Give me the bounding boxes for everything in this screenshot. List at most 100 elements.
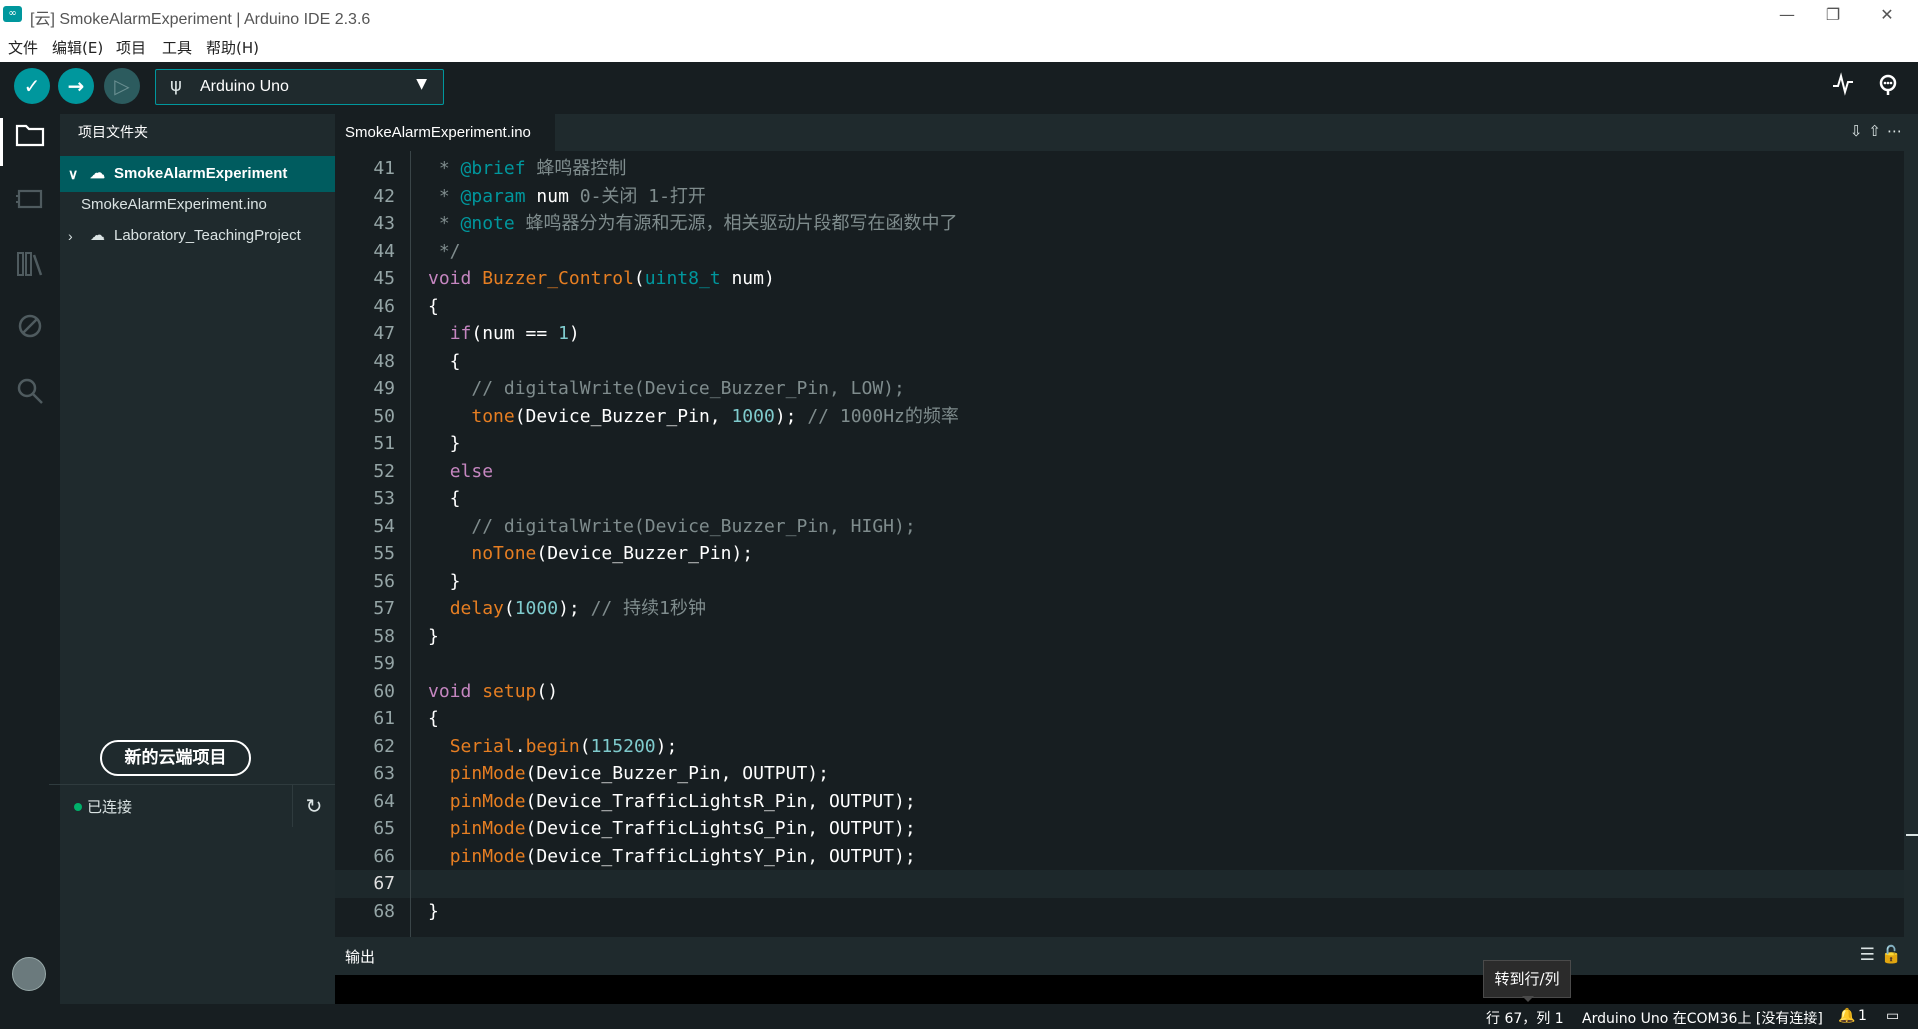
line-number: 67 <box>373 873 395 894</box>
output-panel: 输出 ☰🔓 <box>335 937 1918 1004</box>
new-cloud-sketch-button[interactable]: 新的云端项目 <box>100 740 251 776</box>
code-line[interactable]: 45 void Buzzer_Control(uint8_t num) <box>335 265 1918 293</box>
line-number: 54 <box>373 515 395 537</box>
toggle-panel-icon[interactable]: ▭ <box>1886 1008 1899 1024</box>
debug-button[interactable]: ▷ <box>104 68 140 104</box>
line-source: { <box>428 350 461 372</box>
boards-manager-button[interactable] <box>12 186 48 222</box>
avatar[interactable] <box>12 957 46 991</box>
line-number: 43 <box>373 213 395 234</box>
debug-icon: ▷ <box>114 74 130 98</box>
code-line[interactable]: 57 delay(1000); // 持续1秒钟 <box>335 595 1918 623</box>
code-line[interactable]: 55 noTone(Device_Buzzer_Pin); <box>335 540 1918 568</box>
cloud-pull-icon[interactable]: ⇩ <box>1850 122 1869 140</box>
clear-output-icon[interactable]: ☰ <box>1860 945 1881 965</box>
code-line[interactable]: 56 } <box>335 568 1918 596</box>
line-source: tone(Device_Buzzer_Pin, 1000); // 1000Hz… <box>471 405 959 427</box>
refresh-button[interactable]: ↻ <box>292 785 335 827</box>
line-source: void Buzzer_Control(uint8_t num) <box>428 268 775 289</box>
line-number: 51 <box>373 433 395 454</box>
verify-button[interactable]: ✓ <box>14 68 50 104</box>
sidebar-title: 项目文件夹 <box>78 125 148 141</box>
code-line[interactable]: 41 * @brief 蜂鸣器控制 <box>335 155 1918 183</box>
upload-button[interactable]: → <box>58 68 94 104</box>
line-source: { <box>428 708 439 729</box>
menu-tools[interactable]: 工具 <box>162 37 192 58</box>
menu-help[interactable]: 帮助(H) <box>206 37 259 58</box>
board-icon <box>16 189 43 209</box>
code-line[interactable]: 51 } <box>335 430 1918 458</box>
line-number: 58 <box>373 625 395 647</box>
sketchbook-sidebar: 项目文件夹 ∨ ☁ SmokeAlarmExperiment SmokeAlar… <box>49 114 335 1004</box>
code-line[interactable]: 62 Serial.begin(115200); <box>335 733 1918 761</box>
code-line[interactable]: 47 if(num == 1) <box>335 320 1918 348</box>
line-source: else <box>449 460 494 482</box>
code-line[interactable]: 65 pinMode(Device_TrafficLightsG_Pin, OU… <box>335 815 1918 843</box>
close-button[interactable]: ✕ <box>1864 0 1910 30</box>
code-line[interactable]: 67 <box>335 870 1918 898</box>
line-number: 63 <box>373 763 395 784</box>
code-line[interactable]: 48 { <box>335 348 1918 376</box>
tree-item-laboratory[interactable]: › ☁ Laboratory_TeachingProject <box>60 218 335 254</box>
goto-line-tooltip: 转到行/列 <box>1483 960 1571 998</box>
more-icon[interactable]: ⋯ <box>1887 122 1908 140</box>
scroll-marker <box>1906 834 1918 836</box>
code-line[interactable]: 60 void setup() <box>335 678 1918 706</box>
code-line[interactable]: 66 pinMode(Device_TrafficLightsY_Pin, OU… <box>335 843 1918 871</box>
editor-tab-ino[interactable]: SmokeAlarmExperiment.ino <box>335 114 555 151</box>
lock-icon[interactable]: 🔓 <box>1881 945 1908 965</box>
line-source: Serial.begin(115200); <box>449 735 678 757</box>
editor: SmokeAlarmExperiment.ino ⇩⇧⋯ 41 * @brief… <box>335 114 1918 937</box>
debug-view-button[interactable] <box>12 312 48 348</box>
minimize-button[interactable]: — <box>1764 0 1810 30</box>
notifications-bell-icon[interactable]: 🔔 <box>1838 1008 1855 1024</box>
line-source: // digitalWrite(Device_Buzzer_Pin, LOW); <box>471 378 905 399</box>
arrow-right-icon: → <box>67 74 85 98</box>
code-line[interactable]: 68} <box>335 898 1918 926</box>
line-number: 57 <box>373 598 395 619</box>
restore-button[interactable]: ❐ <box>1810 0 1856 30</box>
menu-edit[interactable]: 编辑(E) <box>52 37 103 58</box>
code-line[interactable]: 54 // digitalWrite(Device_Buzzer_Pin, HI… <box>335 513 1918 541</box>
code-line[interactable]: 49 // digitalWrite(Device_Buzzer_Pin, LO… <box>335 375 1918 403</box>
line-number: 49 <box>373 378 395 399</box>
editor-scrollbar[interactable] <box>1904 151 1918 937</box>
no-entry-icon <box>18 314 42 338</box>
output-header: 输出 ☰🔓 <box>335 937 1918 975</box>
code-line[interactable]: 42 * @param num 0-关闭 1-打开 <box>335 183 1918 211</box>
cloud-push-icon[interactable]: ⇧ <box>1868 122 1887 140</box>
line-number: 53 <box>373 488 395 509</box>
serial-monitor-button[interactable] <box>1874 72 1902 102</box>
line-number: 52 <box>373 460 395 482</box>
arduino-logo-icon: ∞ <box>3 6 22 22</box>
code-line[interactable]: 44 */ <box>335 238 1918 266</box>
editor-tab-actions: ⇩⇧⋯ <box>1850 122 1908 140</box>
code-line[interactable]: 61 { <box>335 705 1918 733</box>
board-selector[interactable]: ψ Arduino Uno ▼ <box>155 69 444 105</box>
code-line[interactable]: 58} <box>335 623 1918 651</box>
search-button[interactable] <box>12 376 48 412</box>
line-number: 56 <box>373 570 395 592</box>
board-name: Arduino Uno <box>200 78 289 95</box>
code-line[interactable]: 52 else <box>335 458 1918 486</box>
code-line[interactable]: 63 pinMode(Device_Buzzer_Pin, OUTPUT); <box>335 760 1918 788</box>
code-area[interactable]: 41 * @brief 蜂鸣器控制 42 * @param num 0-关闭 1-… <box>335 151 1918 937</box>
line-number: 44 <box>373 240 395 262</box>
board-port-status[interactable]: Arduino Uno 在COM36上 [没有连接] <box>1582 1008 1823 1028</box>
code-line[interactable]: 43 * @note 蜂鸣器分为有源和无源，相关驱动片段都写在函数中了 <box>335 210 1918 238</box>
code-line[interactable]: 46 { <box>335 293 1918 321</box>
code-line[interactable]: 50 tone(Device_Buzzer_Pin, 1000); // 100… <box>335 403 1918 431</box>
folder-icon <box>15 124 45 147</box>
menu-sketch[interactable]: 项目 <box>116 37 146 58</box>
menu-file[interactable]: 文件 <box>8 37 38 58</box>
line-number: 59 <box>373 653 395 674</box>
serial-plotter-button[interactable] <box>1831 72 1855 102</box>
code-line[interactable]: 53 { <box>335 485 1918 513</box>
sketchbook-button[interactable] <box>12 122 48 158</box>
menu-bar: 文件 编辑(E) 项目 工具 帮助(H) <box>0 30 1918 63</box>
code-line[interactable]: 59 <box>335 650 1918 678</box>
library-manager-button[interactable] <box>12 250 48 286</box>
line-source: pinMode(Device_TrafficLightsG_Pin, OUTPU… <box>449 818 916 839</box>
cursor-position[interactable]: 行 67，列 1 <box>1486 1008 1564 1028</box>
code-line[interactable]: 64 pinMode(Device_TrafficLightsR_Pin, OU… <box>335 788 1918 816</box>
